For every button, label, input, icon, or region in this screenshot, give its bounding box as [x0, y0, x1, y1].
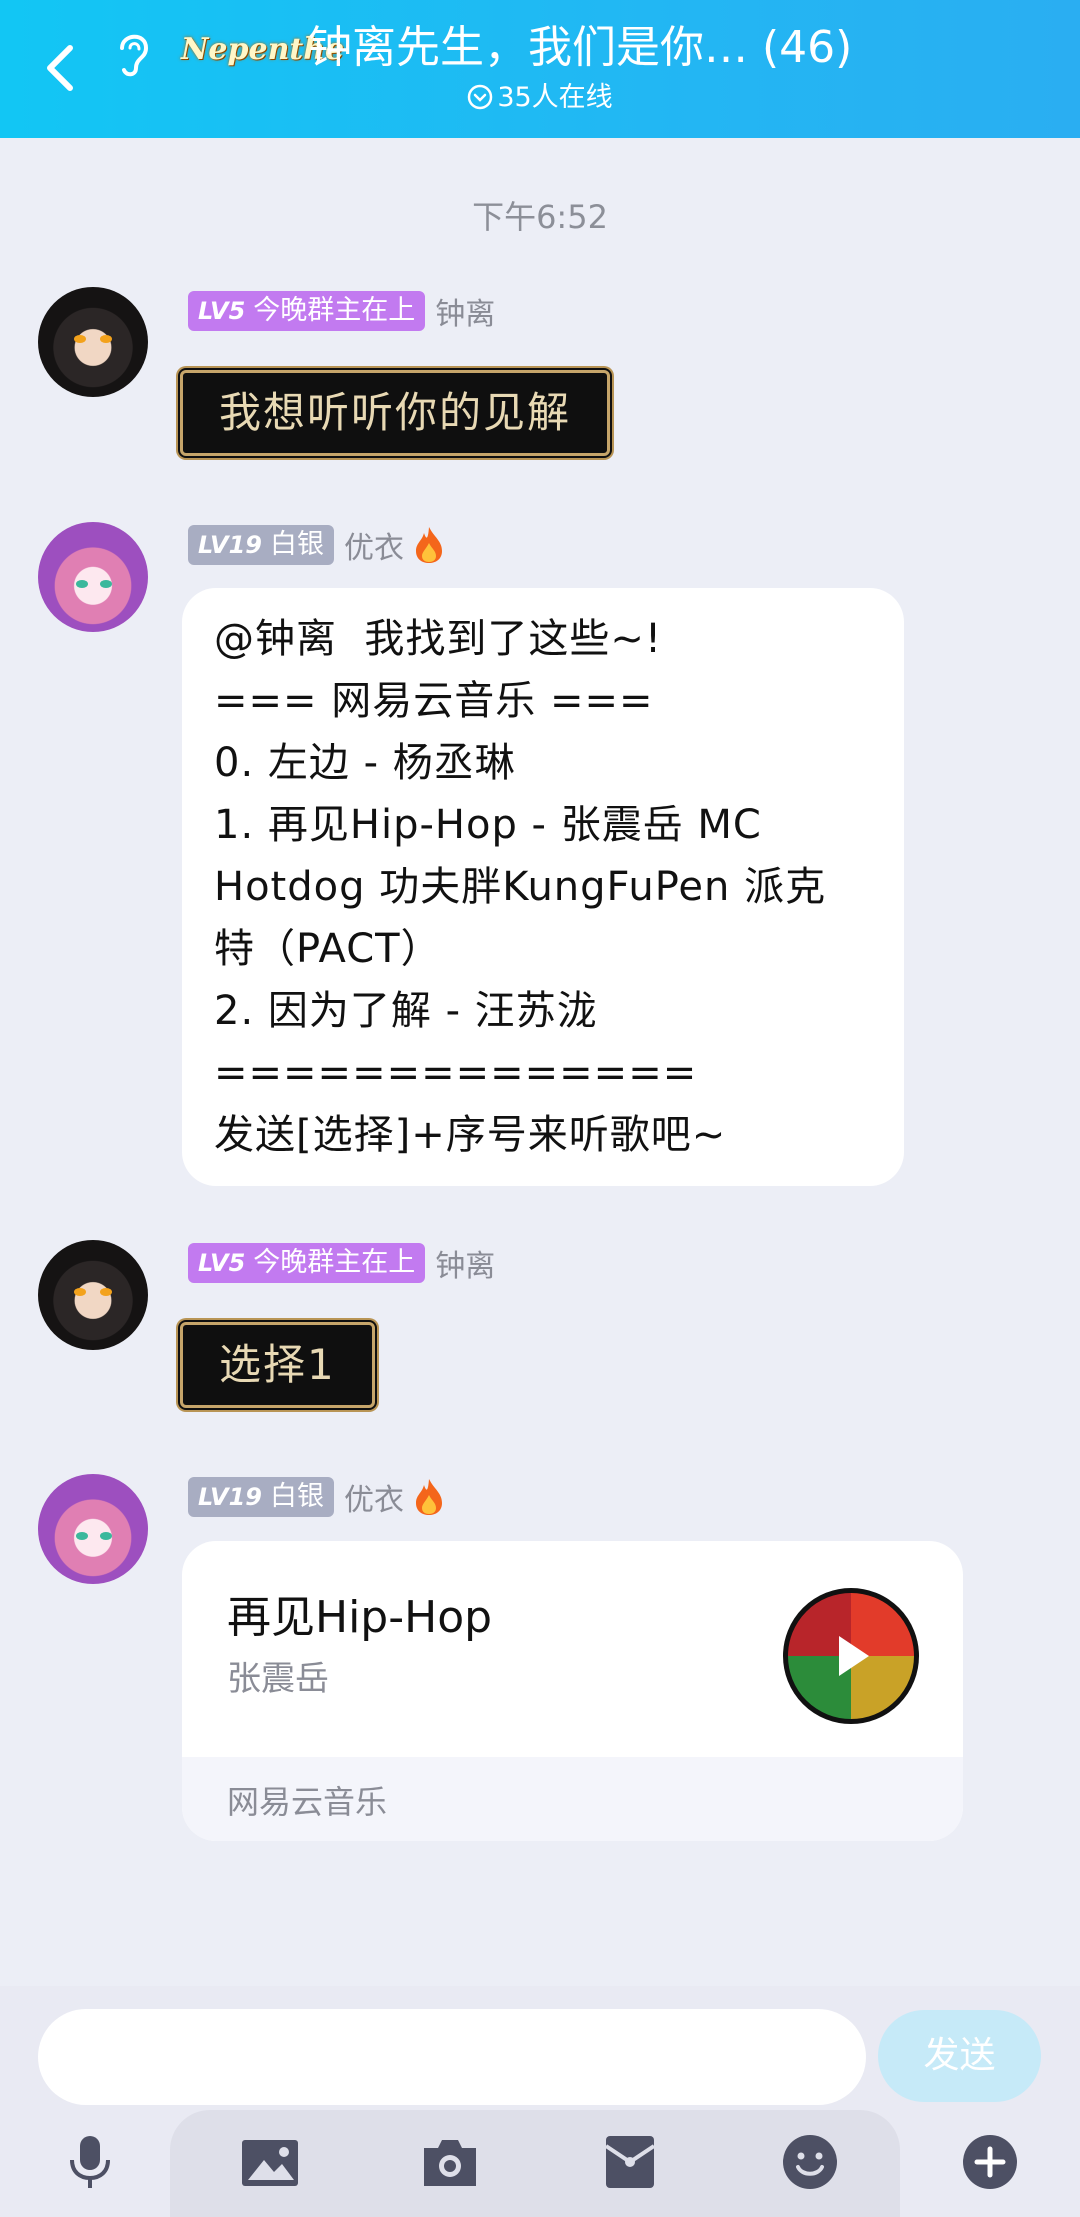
avatar-eye [100, 1288, 112, 1296]
avatar-zhongli[interactable] [38, 287, 148, 397]
card-footer: 网易云音乐 [182, 1757, 963, 1841]
avatar-zhongli[interactable] [38, 1240, 148, 1350]
play-icon[interactable] [839, 1636, 869, 1676]
fire-icon [415, 1479, 442, 1515]
message-text: 选择1 [219, 1340, 336, 1389]
send-button[interactable]: 发送 [878, 2010, 1041, 2102]
sender-name[interactable]: 钟离 [435, 289, 495, 333]
message-bubble[interactable]: @钟离 我找到了这些~! === 网易云音乐 === 0. 左边 - 杨丞琳 1… [182, 588, 904, 1186]
title-label: 白银 [269, 1481, 324, 1512]
online-count: 35人在线 [497, 82, 613, 113]
message-text: 我想听听你的见解 [219, 388, 572, 437]
avatar-eye [76, 1532, 88, 1540]
avatar-eye [76, 580, 88, 588]
message-timestamp: 下午6:52 [472, 198, 608, 236]
sender-name[interactable]: 优衣 [344, 1475, 404, 1519]
music-share-card[interactable]: 再见Hip-Hop 张震岳 网易云音乐 [182, 1541, 963, 1841]
message-line: 0. 左边 - 杨丞琳 [214, 740, 516, 786]
message-line: @钟离 我找到了这些~! [214, 616, 662, 662]
message-meta: LV5 今晚群主在上 钟离 [188, 290, 495, 332]
title-label: 今晚群主在上 [253, 1247, 416, 1278]
message-meta: LV19 白银 优衣 [188, 524, 446, 566]
message-bubble[interactable]: 选择1 [180, 1322, 375, 1408]
message-input[interactable] [38, 2009, 866, 2105]
message-bubble[interactable]: 我想听听你的见解 [180, 370, 611, 456]
title-label: 今晚群主在上 [253, 295, 416, 326]
avatar-eye [100, 335, 112, 343]
level-tag: LV19 白银 [188, 1477, 334, 1517]
chat-header: Nepenthe 钟离先生，我们是你… (46) 35人在线 [0, 0, 1080, 138]
avatar-eye [100, 1532, 112, 1540]
emoji-icon[interactable] [780, 2132, 840, 2192]
avatar-eye [100, 580, 112, 588]
music-source: 网易云音乐 [227, 1783, 388, 1821]
message-line: === 网易云音乐 === [214, 678, 654, 724]
song-title: 再见Hip-Hop [227, 1592, 493, 1643]
mic-icon[interactable] [60, 2132, 120, 2192]
level-label: LV5 [198, 1249, 246, 1277]
ear-icon[interactable] [112, 28, 154, 80]
level-tag: LV5 今晚群主在上 [188, 1243, 426, 1283]
camera-icon[interactable] [420, 2132, 480, 2192]
online-status[interactable]: 35人在线 [0, 80, 1080, 116]
message-line: Hotdog 功夫胖KungFuPen 派克 [214, 864, 827, 910]
image-icon[interactable] [240, 2132, 300, 2192]
message-meta: LV5 今晚群主在上 钟离 [188, 1242, 495, 1284]
level-label: LV5 [198, 297, 246, 325]
plus-icon[interactable] [960, 2132, 1020, 2192]
message-line: 特（PACT） [214, 926, 442, 972]
level-label: LV19 [198, 531, 262, 559]
level-tag: LV5 今晚群主在上 [188, 291, 426, 331]
message-line: 发送[选择]+序号来听歌吧~ [214, 1112, 727, 1158]
level-tag: LV19 白银 [188, 525, 334, 565]
sender-name[interactable]: 优衣 [344, 523, 404, 567]
avatar-youyi[interactable] [38, 1474, 148, 1584]
avatar-eye [74, 1288, 86, 1296]
song-artist: 张震岳 [227, 1659, 329, 1699]
chevron-down-circle-icon [468, 84, 493, 110]
message-line: 2. 因为了解 - 汪苏泷 [214, 988, 598, 1034]
level-label: LV19 [198, 1483, 262, 1511]
album-cover[interactable] [783, 1588, 919, 1724]
avatar-eye [74, 335, 86, 343]
message-line: ============== [214, 1050, 698, 1096]
sender-name[interactable]: 钟离 [435, 1241, 495, 1285]
fire-icon [415, 527, 442, 563]
red-packet-icon[interactable] [600, 2132, 660, 2192]
message-line: 1. 再见Hip-Hop - 张震岳 MC [214, 802, 762, 848]
title-label: 白银 [269, 529, 324, 560]
avatar-youyi[interactable] [38, 522, 148, 632]
message-meta: LV19 白银 优衣 [188, 1476, 446, 1518]
group-title[interactable]: 钟离先生，我们是你… (46) [308, 18, 852, 78]
